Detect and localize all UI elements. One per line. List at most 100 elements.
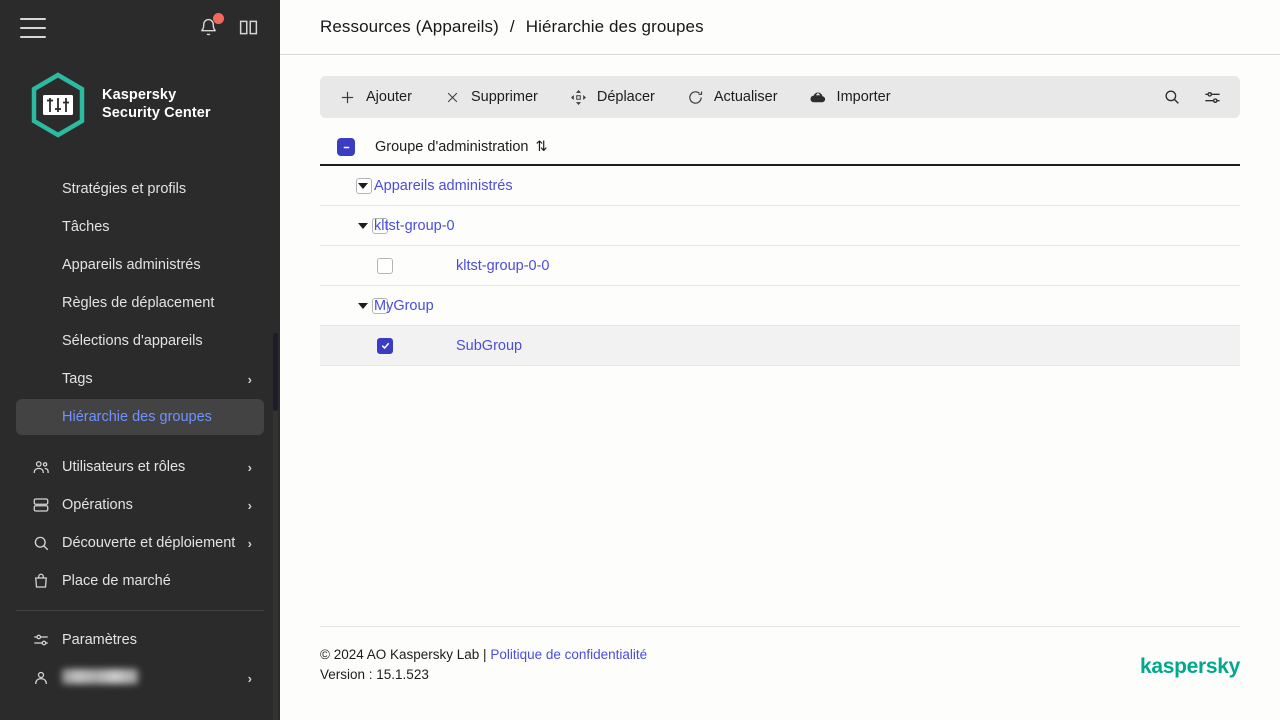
- group-tree: Appareils administrés kltst-group-0 klts…: [320, 166, 1240, 366]
- sidebar-item-label: Tâches: [62, 219, 110, 235]
- select-all-checkbox[interactable]: [337, 138, 355, 156]
- table-row[interactable]: Appareils administrés: [320, 166, 1240, 206]
- sidebar-divider: [16, 610, 264, 611]
- toolbar: Ajouter Supprimer Déplacer Actualiser Im…: [320, 76, 1240, 118]
- chevron-right-icon: ›: [247, 670, 252, 686]
- delete-button-label: Supprimer: [470, 89, 538, 105]
- sidebar-item-user-account[interactable]: ›: [16, 660, 264, 696]
- expand-caret-icon[interactable]: [358, 302, 368, 309]
- row-label: kltst-group-0: [374, 217, 455, 234]
- sidebar-item-label: Tags: [62, 371, 93, 387]
- product-name-line2: Security Center: [102, 105, 211, 121]
- sidebar-item-users-roles[interactable]: Utilisateurs et rôles ›: [16, 449, 264, 485]
- sidebar-item-label: Utilisateurs et rôles: [62, 459, 186, 475]
- import-button-label: Importer: [836, 89, 891, 105]
- privacy-policy-link[interactable]: Politique de confidentialité: [490, 647, 647, 662]
- sort-icon[interactable]: ⇅: [536, 139, 548, 155]
- move-icon: [569, 88, 588, 107]
- refresh-icon: [686, 88, 705, 107]
- sidebar-scrollbar[interactable]: [273, 333, 278, 720]
- row-name-cell[interactable]: SubGroup: [372, 338, 1240, 354]
- row-label: kltst-group-0-0: [456, 257, 550, 274]
- move-button[interactable]: Déplacer: [569, 76, 668, 118]
- table-header: Groupe d'administration ⇅: [320, 130, 1240, 166]
- sidebar-item-moving-rules[interactable]: Règles de déplacement: [16, 285, 264, 321]
- notification-badge: [213, 12, 224, 24]
- chevron-right-icon: ›: [247, 459, 252, 475]
- toolbar-right-icons: [1162, 88, 1230, 107]
- sidebar-item-group-hierarchy[interactable]: Hiérarchie des groupes: [16, 399, 264, 435]
- product-logo: Kaspersky Security Center: [0, 55, 280, 161]
- product-name: Kaspersky Security Center: [102, 87, 211, 122]
- footer-copyright: © 2024 AO Kaspersky Lab |: [320, 646, 491, 662]
- sidebar-item-device-selections[interactable]: Sélections d'appareils: [16, 323, 264, 359]
- plus-icon: [338, 88, 357, 107]
- sidebar-item-discovery-deployment[interactable]: Découverte et déploiement ›: [16, 525, 264, 561]
- sidebar-item-policies-profiles[interactable]: Stratégies et profils: [16, 171, 264, 207]
- sidebar-item-label: Paramètres: [62, 632, 137, 648]
- main-content: Ressources (Appareils) / Hiérarchie des …: [280, 0, 1280, 720]
- sidebar-topbar: [0, 0, 280, 55]
- sidebar-item-settings[interactable]: Paramètres: [16, 622, 264, 658]
- stack-icon: [32, 496, 54, 514]
- close-icon: [443, 88, 462, 107]
- application-window: Kaspersky Security Center Stratégies et …: [0, 0, 1280, 720]
- hamburger-icon[interactable]: [20, 17, 46, 38]
- refresh-button[interactable]: Actualiser: [686, 76, 791, 118]
- row-checkbox-cell: [320, 337, 393, 354]
- sidebar-navigation: Stratégies et profils Tâches Appareils a…: [0, 161, 280, 720]
- chevron-right-icon: ›: [247, 497, 252, 513]
- footer-version: Version : 15.1.523: [320, 667, 429, 683]
- table-row[interactable]: SubGroup: [320, 326, 1240, 366]
- cloud-upload-icon: [809, 88, 828, 107]
- sidebar-item-marketplace[interactable]: Place de marché: [16, 563, 264, 599]
- user-account-name-redacted: [62, 668, 248, 688]
- row-name-cell[interactable]: kltst-group-0: [358, 217, 1240, 234]
- chevron-right-icon: ›: [247, 371, 252, 387]
- column-header-administration-group[interactable]: Groupe d'administration ⇅: [372, 130, 1240, 166]
- select-all-cell: [320, 130, 372, 166]
- move-button-label: Déplacer: [596, 89, 655, 105]
- breadcrumb-separator: /: [509, 17, 515, 36]
- row-label: SubGroup: [456, 337, 523, 354]
- kaspersky-hexagon-icon: [27, 71, 89, 139]
- kaspersky-wordmark: kaspersky: [1139, 655, 1240, 679]
- filter-settings-icon[interactable]: [1203, 88, 1222, 107]
- bell-icon[interactable]: [196, 12, 224, 40]
- sidebar-item-label: Opérations: [62, 497, 133, 513]
- bag-icon: [32, 572, 54, 590]
- table-row[interactable]: kltst-group-0-0: [320, 246, 1240, 286]
- book-icon[interactable]: [236, 16, 260, 40]
- expand-caret-icon[interactable]: [358, 222, 368, 229]
- row-name-cell[interactable]: kltst-group-0-0: [372, 258, 1240, 274]
- footer: © 2024 AO Kaspersky Lab | Politique de c…: [280, 625, 1280, 720]
- table-row[interactable]: kltst-group-0: [320, 206, 1240, 246]
- sidebar-item-label: Découverte et déploiement: [62, 535, 236, 551]
- chevron-right-icon: ›: [247, 535, 252, 551]
- sidebar: Kaspersky Security Center Stratégies et …: [0, 0, 280, 720]
- sidebar-item-label: Place de marché: [62, 573, 171, 589]
- refresh-button-label: Actualiser: [713, 89, 778, 105]
- expand-caret-icon[interactable]: [358, 182, 368, 189]
- table-row[interactable]: MyGroup: [320, 286, 1240, 326]
- row-name-cell[interactable]: Appareils administrés: [358, 178, 1240, 194]
- search-icon: [32, 534, 54, 552]
- sidebar-item-operations[interactable]: Opérations ›: [16, 487, 264, 523]
- sidebar-item-tags[interactable]: Tags ›: [16, 361, 264, 397]
- sidebar-item-label: Stratégies et profils: [62, 181, 187, 197]
- sidebar-item-tasks[interactable]: Tâches: [16, 209, 264, 245]
- search-icon[interactable]: [1162, 88, 1181, 107]
- add-button[interactable]: Ajouter: [338, 76, 425, 118]
- footer-inner: © 2024 AO Kaspersky Lab | Politique de c…: [320, 625, 1240, 720]
- import-button[interactable]: Importer: [809, 76, 904, 118]
- sidebar-top-icons: [196, 12, 260, 40]
- delete-button[interactable]: Supprimer: [443, 76, 551, 118]
- breadcrumb: Ressources (Appareils) / Hiérarchie des …: [280, 0, 1280, 55]
- breadcrumb-parent[interactable]: Ressources (Appareils): [320, 17, 499, 37]
- row-name-cell[interactable]: MyGroup: [358, 298, 1240, 314]
- footer-copyright-line: © 2024 AO Kaspersky Lab | Politique de c…: [320, 645, 647, 666]
- content-area: Ajouter Supprimer Déplacer Actualiser Im…: [280, 55, 1280, 626]
- row-checkbox-cell: [320, 257, 393, 274]
- sidebar-item-managed-devices[interactable]: Appareils administrés: [16, 247, 264, 283]
- column-header-label: Groupe d'administration: [375, 139, 529, 155]
